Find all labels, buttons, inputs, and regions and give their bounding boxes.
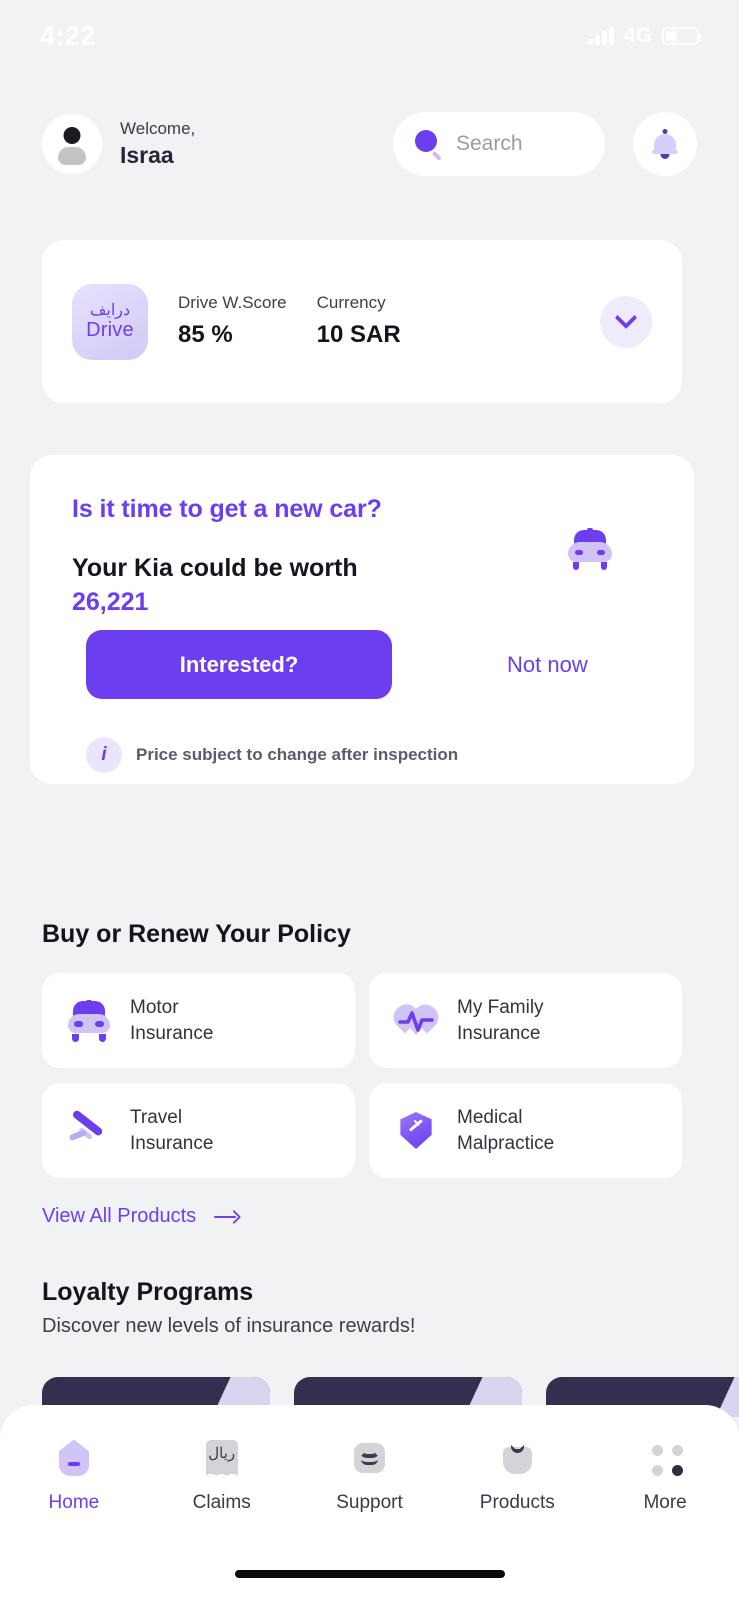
heart-pulse-icon <box>389 999 443 1042</box>
policy-tile-line1: Motor <box>130 997 179 1019</box>
policy-tile-line2: Malpractice <box>457 1132 555 1154</box>
nav-item-support[interactable]: Support <box>296 1437 444 1514</box>
promo-note: i Price subject to change after inspecti… <box>86 737 458 773</box>
nav-label-home: Home <box>48 1492 100 1513</box>
nav-label-more: More <box>643 1492 687 1513</box>
battery-icon <box>662 27 702 45</box>
status-indicators: 4G <box>588 24 702 48</box>
loyalty-section-subtitle: Discover new levels of insurance rewards… <box>42 1315 416 1337</box>
promo-note-text: Price subject to change after inspection <box>136 745 459 764</box>
policy-tile-line1: Travel <box>130 1107 183 1129</box>
network-type-label: 4G <box>623 24 652 47</box>
receipt-riyal-icon: ريال <box>201 1437 243 1479</box>
nav-item-more[interactable]: More <box>591 1437 739 1514</box>
search-input[interactable]: Search <box>393 112 605 176</box>
grid-dots-icon <box>644 1437 686 1479</box>
search-placeholder: Search <box>456 132 523 155</box>
policy-tile-label: Travel Insurance <box>130 1105 213 1156</box>
promo-worth-line: Your Kia could be worth <box>72 554 358 582</box>
avatar-body-icon <box>58 147 86 165</box>
interested-button[interactable]: Interested? <box>86 630 392 699</box>
policy-tiles-grid: Motor Insurance My Family Insurance Trav… <box>42 973 682 1178</box>
policy-tile-label: Motor Insurance <box>130 995 213 1046</box>
shield-syringe-icon <box>393 1110 439 1152</box>
promo-question: Is it time to get a new car? <box>72 495 382 523</box>
policy-tile-motor[interactable]: Motor Insurance <box>42 973 355 1068</box>
policy-tile-label: My Family Insurance <box>457 995 544 1046</box>
user-name: Israa <box>120 142 174 169</box>
drive-logo-latin: Drive <box>86 319 134 342</box>
drive-logo-icon: درايف Drive <box>72 283 148 360</box>
currency-stat: Currency 10 SAR <box>317 293 401 349</box>
avatar-head-icon <box>63 127 81 144</box>
policy-tile-family[interactable]: My Family Insurance <box>369 973 682 1068</box>
car-icon <box>566 528 614 570</box>
notifications-button[interactable] <box>633 112 697 176</box>
airplane-icon <box>66 1108 112 1152</box>
envelope-icon <box>348 1437 390 1479</box>
welcome-block: Welcome, Israa <box>120 118 195 170</box>
welcome-label: Welcome, <box>120 119 196 139</box>
nav-label-products: Products <box>479 1492 555 1513</box>
policy-tile-line2: Insurance <box>130 1022 214 1044</box>
home-indicator <box>234 1570 505 1578</box>
search-icon <box>415 130 443 161</box>
nav-item-products[interactable]: Products <box>443 1437 591 1514</box>
drive-score-label: Drive W.Score <box>178 293 287 313</box>
policy-tile-label: Medical Malpractice <box>457 1105 554 1156</box>
promo-actions: Interested? Not now <box>86 630 588 699</box>
drive-score-stat: Drive W.Score 85 % <box>178 293 287 349</box>
status-time: 4:22 <box>40 20 97 51</box>
chevron-down-icon <box>614 305 638 329</box>
avatar[interactable] <box>42 114 102 174</box>
arrow-right-icon <box>214 1209 242 1225</box>
policy-tile-line1: My Family <box>457 997 544 1019</box>
drive-score-card[interactable]: درايف Drive Drive W.Score 85 % Currency … <box>42 240 682 403</box>
info-icon: i <box>86 737 122 773</box>
signal-bars-icon <box>588 27 614 45</box>
new-car-promo-card: Is it time to get a new car? Your Kia co… <box>30 455 694 784</box>
nav-label-claims: Claims <box>192 1492 251 1513</box>
loyalty-section-title: Loyalty Programs <box>42 1278 254 1306</box>
shopping-bag-icon <box>496 1437 538 1479</box>
app-header: Welcome, Israa Search <box>0 108 739 180</box>
nav-label-support: Support <box>336 1492 403 1513</box>
drive-score-value: 85 % <box>178 320 233 348</box>
policy-section-title: Buy or Renew Your Policy <box>42 920 351 948</box>
drive-logo-arabic: درايف <box>89 301 131 319</box>
currency-label: Currency <box>316 293 386 313</box>
bell-icon <box>651 129 679 159</box>
policy-tile-medical[interactable]: Medical Malpractice <box>369 1083 682 1178</box>
policy-tile-line2: Insurance <box>130 1132 214 1154</box>
policy-tile-line1: Medical <box>457 1107 523 1129</box>
policy-tile-travel[interactable]: Travel Insurance <box>42 1083 355 1178</box>
view-all-products-link[interactable]: View All Products <box>42 1205 242 1228</box>
home-icon <box>53 1437 95 1479</box>
promo-amount: 26,221 <box>72 587 149 616</box>
not-now-button[interactable]: Not now <box>507 652 588 678</box>
status-bar: 4:22 4G <box>0 0 739 72</box>
policy-tile-line2: Insurance <box>457 1022 541 1044</box>
nav-item-claims[interactable]: ريال Claims <box>148 1437 296 1514</box>
view-all-products-label: View All Products <box>42 1205 197 1227</box>
car-icon <box>66 999 112 1042</box>
drive-card-expand-button[interactable] <box>600 295 652 348</box>
currency-value: 10 SAR <box>316 320 401 348</box>
nav-item-home[interactable]: Home <box>0 1437 148 1514</box>
